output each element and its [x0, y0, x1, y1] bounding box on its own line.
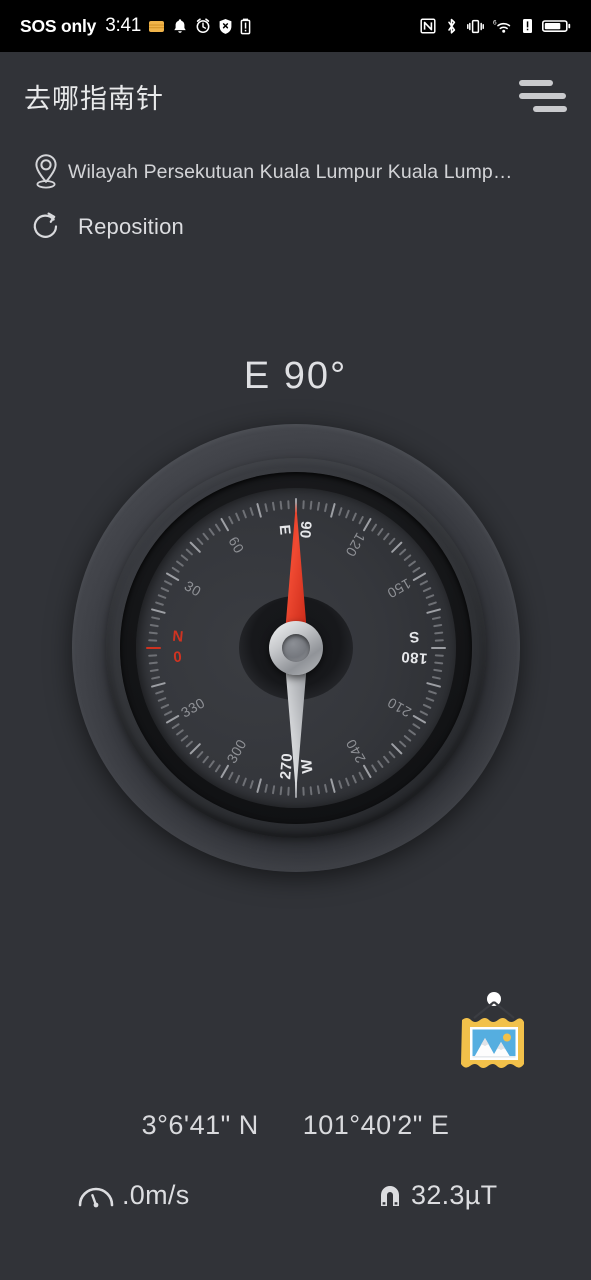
hamburger-menu-icon[interactable] [519, 78, 567, 114]
vibrate-icon [467, 18, 484, 35]
reposition-row[interactable]: Reposition [24, 208, 184, 246]
menu-bar-bottom [533, 106, 567, 112]
magnetic-value: 32.3µT [411, 1180, 498, 1210]
location-pin-icon [24, 152, 68, 192]
magnetic-metric: 32.3µT [375, 1180, 497, 1211]
status-bar-clock: 3:41 [105, 15, 141, 36]
carrier-label: SOS only [20, 15, 97, 36]
bell-icon [172, 18, 188, 35]
bluetooth-icon [445, 18, 458, 35]
longitude-value: 101°40'2" E [302, 1110, 450, 1140]
status-bar-right: 6 [420, 18, 571, 35]
battery-alert-icon [240, 18, 251, 35]
speed-value: .0m/s [122, 1180, 190, 1210]
menu-bar-top [519, 80, 553, 86]
wallet-icon [148, 18, 165, 35]
wifi6-icon: 6 [493, 18, 513, 35]
menu-bar-middle [519, 93, 566, 99]
dial-label-text: E [275, 523, 294, 537]
heading-display: E 90° [243, 355, 348, 397]
page-title: 去哪指南针 [24, 83, 164, 115]
dial-label-text: W [298, 757, 317, 775]
status-bar: SOS only 3:41 6 [0, 0, 591, 52]
speed-metric: .0m/s [76, 1180, 190, 1211]
magnet-icon [375, 1181, 405, 1211]
dial-label-text: S [407, 627, 421, 646]
reposition-label: Reposition [78, 214, 184, 239]
shield-off-icon [218, 18, 233, 35]
compass-widget[interactable]: 0 N 30 60 E 90 120 150 S 180 210 240 W 270 300 330 [72, 424, 520, 872]
coordinates-readout: 3°6'41" N 101°40'2" E [0, 1110, 591, 1141]
dial-label-text: 0 [172, 648, 183, 667]
dial-label-text: N [171, 627, 185, 646]
location-row[interactable]: Wilayah Persekutuan Kuala Lumpur Kuala L… [24, 152, 569, 192]
needle-hub [269, 621, 323, 675]
svg-text:6: 6 [493, 19, 497, 26]
compass-app-screen: SOS only 3:41 6 去哪指南针 Wilayah Persekutua… [0, 0, 591, 1280]
nfc-icon [420, 18, 436, 34]
latitude-value: 3°6'41" N [141, 1110, 259, 1140]
dial-label-text: 180 [400, 647, 429, 667]
app-header: 去哪指南针 [0, 52, 591, 140]
location-text: Wilayah Persekutuan Kuala Lumpur Kuala L… [68, 160, 513, 183]
refresh-icon [24, 208, 68, 246]
status-bar-left: SOS only 3:41 [20, 15, 420, 37]
sim-alert-icon [522, 18, 533, 34]
framed-picture-icon[interactable] [444, 988, 544, 1088]
speedometer-icon [76, 1181, 116, 1211]
alarm-clock-icon [195, 18, 211, 34]
battery-icon [542, 18, 571, 34]
